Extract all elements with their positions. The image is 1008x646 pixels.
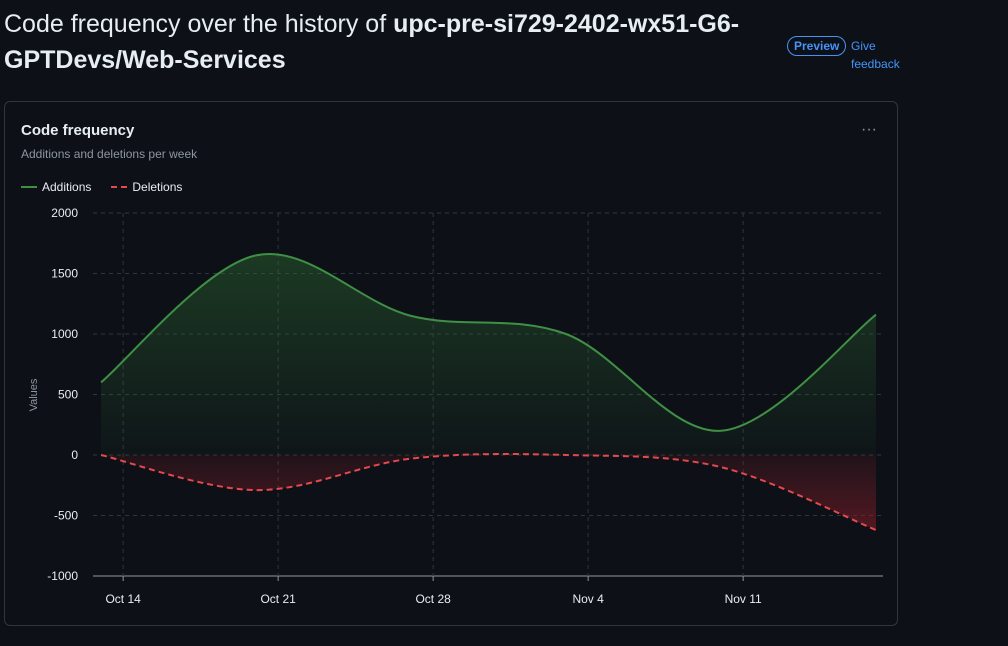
chart-legend: Additions Deletions <box>21 180 182 194</box>
legend-swatch-deletions <box>111 186 128 188</box>
page-title: Code frequency over the history of upc-p… <box>4 6 764 78</box>
kebab-horizontal-icon[interactable]: ··· <box>857 120 881 144</box>
x-tick-label: Nov 4 <box>572 592 604 606</box>
legend-item-additions[interactable]: Additions <box>21 180 91 194</box>
y-axis-ticks: 2000 1500 1000 500 0 -500 -1000 <box>47 206 78 583</box>
legend-label-deletions: Deletions <box>132 180 183 194</box>
give-feedback-link[interactable]: Give feedback <box>851 37 911 73</box>
code-frequency-card: 2000 1500 1000 500 0 -500 -1000 Oct 14 Oct 21 Oc… <box>4 101 898 626</box>
x-tick-label: Nov 11 <box>725 592 762 606</box>
y-axis-title: Values <box>28 378 40 411</box>
card-title: Code frequency <box>21 122 135 139</box>
y-tick-label: 2000 <box>51 206 78 220</box>
y-tick-label: 1000 <box>51 327 78 341</box>
area-additions <box>101 253 876 455</box>
legend-item-deletions[interactable]: Deletions <box>111 180 182 194</box>
preview-badge: Preview <box>787 36 847 56</box>
page-title-prefix: Code frequency over the history of <box>4 10 394 38</box>
y-tick-label: 0 <box>71 448 78 462</box>
legend-swatch-additions <box>21 186 37 188</box>
y-tick-label: -1000 <box>47 569 78 583</box>
x-tick-label: Oct 21 <box>260 592 296 606</box>
y-tick-label: 500 <box>58 388 78 402</box>
y-tick-label: -500 <box>54 509 78 523</box>
x-tick-label: Oct 28 <box>415 592 451 606</box>
y-tick-label: 1500 <box>51 267 78 281</box>
series-areas <box>101 253 876 531</box>
area-deletions <box>101 453 876 531</box>
card-subtitle: Additions and deletions per week <box>21 147 198 161</box>
legend-label-additions: Additions <box>42 180 92 194</box>
x-axis-ticks: Oct 14 Oct 21 Oct 28 Nov 4 Nov 11 <box>105 592 762 606</box>
x-tick-label: Oct 14 <box>105 592 141 606</box>
